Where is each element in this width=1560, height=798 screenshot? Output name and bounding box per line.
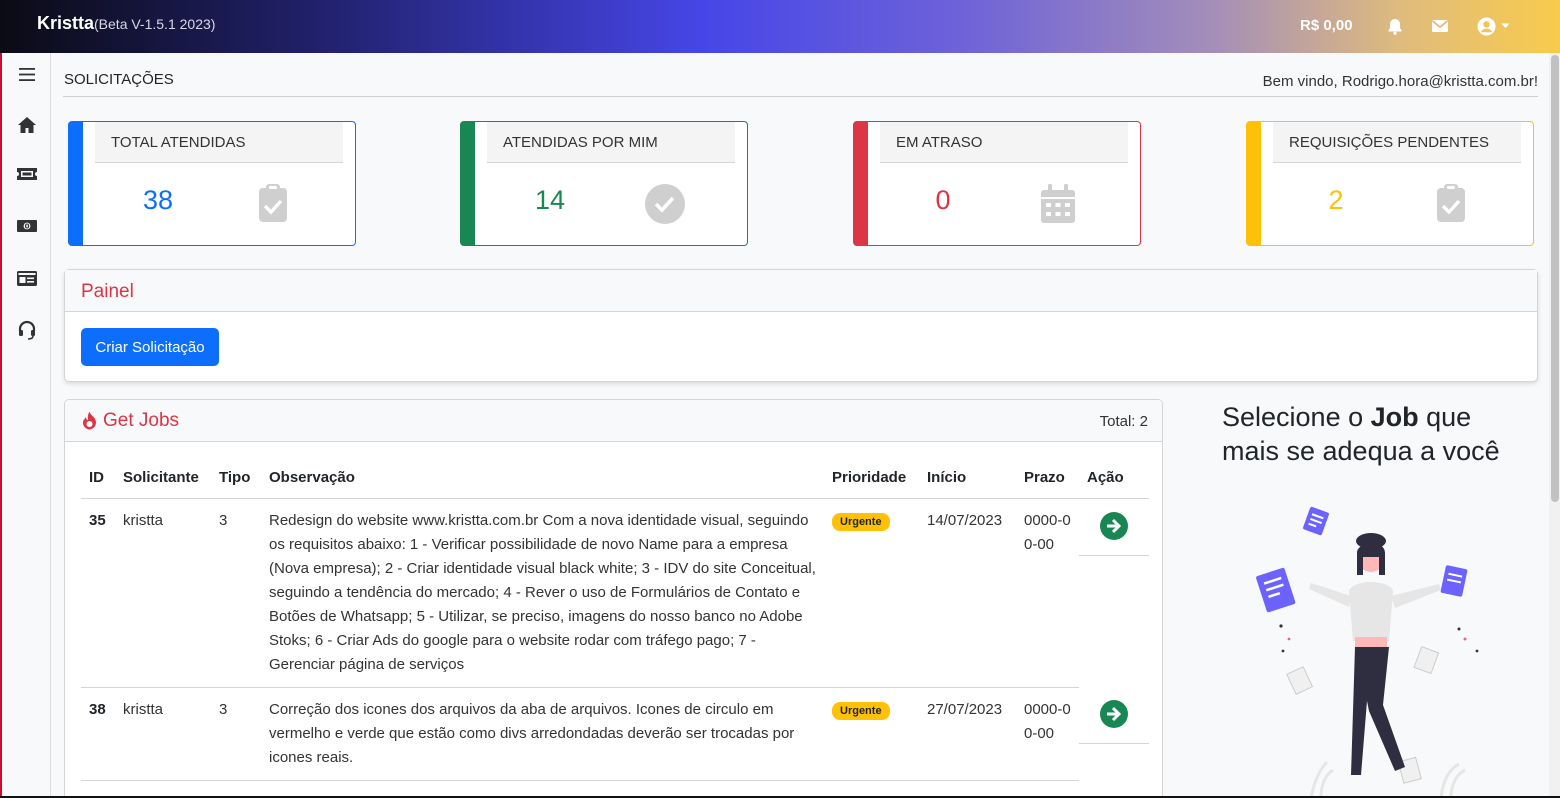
job-start: 27/07/2023 — [919, 687, 1016, 781]
get-jobs-card: Get Jobs Total: 2 ID Solicitante Tipo Ob… — [64, 399, 1163, 798]
table-row: 35 kristta 3 Redesign do website www.kri… — [81, 498, 1149, 688]
brand-version: (Beta V-1.5.1 2023) — [94, 16, 216, 32]
top-navbar: Kristta(Beta V-1.5.1 2023) R$ 0,00 — [0, 0, 1560, 53]
job-requester: kristta — [115, 498, 211, 688]
envelope-icon[interactable] — [1430, 16, 1450, 36]
calendar-icon — [1036, 182, 1080, 226]
ticket-icon[interactable] — [14, 163, 40, 185]
clipboard-check-icon — [251, 182, 295, 226]
job-requester: kristta — [115, 687, 211, 781]
id-card-icon[interactable] — [14, 267, 40, 289]
column-header[interactable]: Prazo — [1016, 464, 1079, 499]
clipboard-check-icon — [1429, 182, 1473, 226]
column-header[interactable]: Prioridade — [824, 464, 919, 499]
user-circle-icon[interactable] — [1476, 16, 1496, 36]
divider — [63, 96, 1538, 97]
job-note: Correção dos icones dos arquivos da aba … — [261, 687, 824, 781]
stat-value: 2 — [1328, 185, 1344, 215]
job-type: 3 — [211, 498, 261, 688]
promo-heading: Selecione o Job que mais se adequa a voc… — [1222, 400, 1512, 468]
job-id: 38 — [81, 687, 115, 781]
column-header[interactable]: Ação — [1079, 464, 1149, 499]
get-jobs-title: Get Jobs — [103, 410, 180, 431]
stat-card-em-atraso: EM ATRASO 0 — [853, 121, 1141, 246]
balance[interactable]: R$ 0,00 — [1300, 17, 1353, 34]
column-header[interactable]: Observação — [261, 464, 824, 499]
jobs-total: Total: 2 — [1099, 413, 1148, 430]
stat-card-total-atendidas: TOTAL ATENDIDAS 38 — [68, 121, 356, 246]
stat-label: REQUISIÇÕES PENDENTES — [1273, 122, 1521, 163]
welcome-message: Bem vindo, Rodrigo.hora@kristta.com.br! — [1262, 73, 1538, 90]
stat-value: 0 — [935, 185, 951, 215]
column-header[interactable]: Início — [919, 464, 1016, 499]
promo-text-bold: Job — [1370, 402, 1419, 432]
painel-card: Painel Criar Solicitação — [64, 269, 1538, 382]
column-header[interactable]: Tipo — [211, 464, 261, 499]
priority-badge: Urgente — [832, 701, 890, 720]
job-deadline: 0000-00-00 — [1016, 687, 1079, 781]
bell-icon[interactable] — [1385, 16, 1405, 36]
main-content: SOLICITAÇÕES Bem vindo, Rodrigo.hora@kri… — [51, 53, 1550, 798]
home-icon[interactable] — [14, 114, 40, 136]
menu-icon[interactable] — [14, 63, 40, 85]
page-scrollbar[interactable] — [1549, 53, 1560, 798]
check-circle-icon — [643, 182, 687, 226]
svg-text:0: 0 — [25, 223, 30, 231]
arrow-right-circle-icon[interactable] — [1099, 511, 1129, 549]
job-note: Redesign do website www.kristta.com.br C… — [261, 498, 824, 688]
scrollbar-thumb[interactable] — [1551, 55, 1559, 502]
stat-label: TOTAL ATENDIDAS — [95, 122, 343, 163]
jobs-table: ID Solicitante Tipo Observação Prioridad… — [81, 464, 1149, 781]
create-request-button[interactable]: Criar Solicitação — [81, 328, 219, 366]
stat-label: ATENDIDAS POR MIM — [487, 122, 735, 163]
get-jobs-header: Get Jobs Total: 2 — [65, 400, 1162, 442]
promo-text-pre: Selecione o — [1222, 402, 1371, 432]
headset-icon[interactable] — [14, 319, 40, 341]
stat-label: EM ATRASO — [880, 122, 1128, 163]
painel-title: Painel — [65, 270, 1537, 312]
brand-name: Kristta — [37, 13, 95, 33]
stat-value: 14 — [534, 185, 566, 215]
caret-down-icon[interactable] — [1499, 16, 1511, 36]
column-header[interactable]: ID — [81, 464, 115, 499]
sidebar: 0 — [0, 53, 51, 798]
table-header-row: ID Solicitante Tipo Observação Prioridad… — [81, 464, 1149, 499]
job-selection-illustration — [1221, 501, 1491, 798]
fire-icon — [81, 411, 98, 435]
priority-badge: Urgente — [832, 512, 890, 531]
job-type: 3 — [211, 687, 261, 781]
column-header[interactable]: Solicitante — [115, 464, 211, 499]
page-title: SOLICITAÇÕES — [64, 71, 174, 88]
job-start: 14/07/2023 — [919, 498, 1016, 688]
job-id: 35 — [81, 498, 115, 688]
money-icon[interactable]: 0 — [14, 215, 40, 237]
arrow-right-circle-icon[interactable] — [1099, 699, 1129, 737]
stat-value: 38 — [142, 185, 174, 215]
stat-card-requisicoes-pendentes: REQUISIÇÕES PENDENTES 2 — [1246, 121, 1534, 246]
job-deadline: 0000-00-00 — [1016, 498, 1079, 688]
table-row: 38 kristta 3 Correção dos icones dos arq… — [81, 687, 1149, 781]
stat-card-atendidas-por-mim: ATENDIDAS POR MIM 14 — [460, 121, 748, 246]
brand[interactable]: Kristta(Beta V-1.5.1 2023) — [37, 13, 215, 34]
